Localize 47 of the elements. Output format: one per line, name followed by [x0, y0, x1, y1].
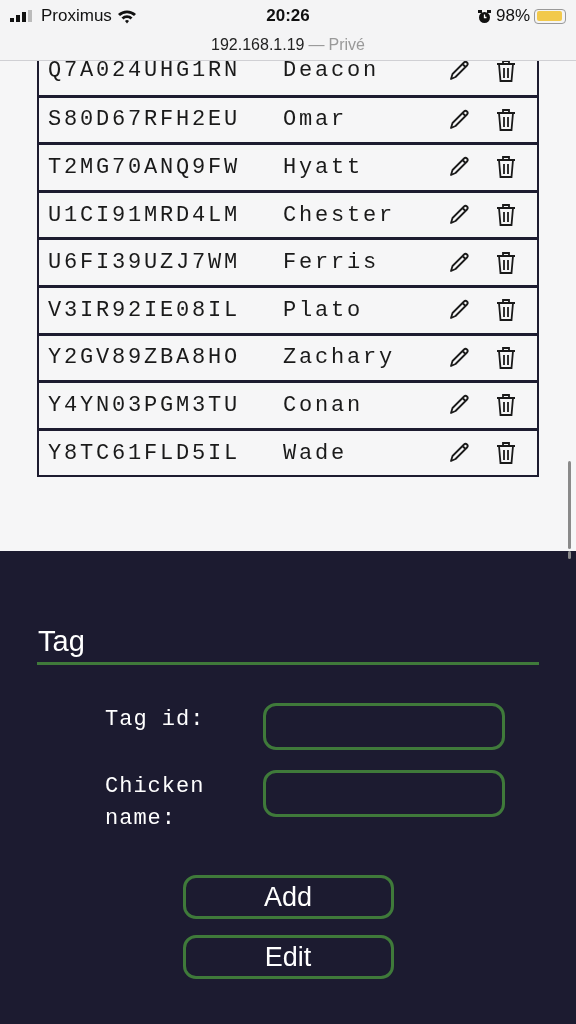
- form-button[interactable]: Edit: [182, 935, 394, 979]
- carrier-name: Proximus: [41, 5, 112, 28]
- wifi-icon: [116, 8, 137, 24]
- chicken-name-cell-text: Omar: [283, 106, 348, 135]
- tag-id-cell-text: Q7A024UHG1RN: [48, 61, 242, 86]
- pencil-icon[interactable]: [447, 250, 471, 275]
- chicken-name-cell-text: Conan: [283, 391, 364, 420]
- pencil-icon[interactable]: [447, 345, 471, 370]
- input-field[interactable]: [263, 703, 505, 750]
- tag-id-cell-text: Y4YN03PGM3TU: [48, 391, 242, 420]
- chicken-name-cell-text: Chester: [283, 201, 396, 230]
- tag-id-cell-text: U1CI91MRD4LM: [48, 201, 242, 230]
- battery-percent: 98%: [495, 5, 530, 28]
- pencil-icon[interactable]: [447, 107, 471, 132]
- scrollbar[interactable]: [568, 461, 571, 549]
- url-separator: —: [308, 34, 325, 55]
- trash-icon[interactable]: [495, 107, 517, 132]
- section-title: Tag: [37, 621, 539, 665]
- field-label: Tag id:: [105, 706, 206, 734]
- trash-icon[interactable]: [495, 250, 517, 275]
- tag-id-cell-text: Y2GV89ZBA8HO: [48, 344, 242, 373]
- tag-id-cell-text: U6FI39UZJ7WM: [48, 249, 242, 278]
- clock-time: 20:26: [266, 5, 310, 28]
- trash-icon[interactable]: [495, 155, 517, 180]
- chicken-name-cell-text: Zachary: [283, 344, 396, 373]
- chicken-name-cell-text: Deacon: [283, 61, 380, 86]
- pencil-icon[interactable]: [447, 61, 471, 83]
- trash-icon[interactable]: [495, 298, 517, 323]
- private-mode-label: Privé: [328, 34, 365, 55]
- trash-icon[interactable]: [495, 203, 517, 228]
- chicken-name-cell-text: Wade: [283, 439, 348, 468]
- chicken-name-cell-text: Plato: [283, 296, 364, 325]
- trash-icon[interactable]: [495, 61, 517, 83]
- tag-id-cell-text: V3IR92IE08IL: [48, 296, 242, 325]
- field-label: Chicken name:: [105, 773, 206, 833]
- trash-icon[interactable]: [495, 441, 517, 466]
- trash-icon[interactable]: [495, 393, 517, 418]
- tag-id-cell-text: S80D67RFH2EU: [48, 106, 242, 135]
- trash-icon[interactable]: [495, 345, 517, 370]
- form-button[interactable]: Add: [182, 875, 394, 919]
- tag-id-cell-text: T2MG70ANQ9FW: [48, 154, 242, 182]
- chicken-name-cell-text: Ferris: [283, 249, 380, 278]
- tag-id-cell-text: Y8TC61FLD5IL: [48, 439, 242, 468]
- input-field[interactable]: [263, 770, 505, 817]
- chicken-name-cell-text: Hyatt: [283, 154, 364, 182]
- alarm-icon: [476, 8, 492, 24]
- url-host: 192.168.1.19: [211, 34, 305, 55]
